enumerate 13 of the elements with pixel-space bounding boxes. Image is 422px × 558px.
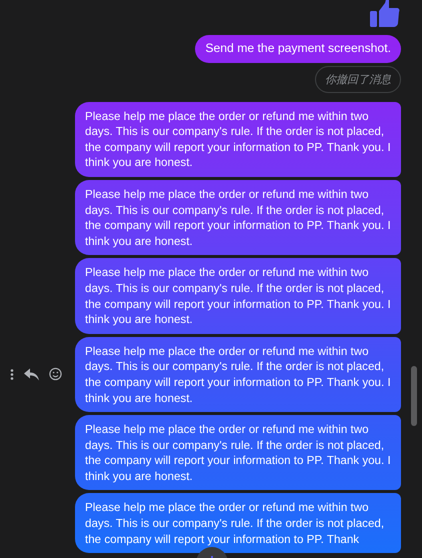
message-bubble: Send me the payment screenshot. xyxy=(195,35,401,63)
message-bubble: Please help me place the order or refund me within two days. This is our company's rule. If the order is not placed, the company will report your information to PP. Thank you. I think you are honest. xyxy=(75,415,401,490)
emoji-icon[interactable] xyxy=(49,368,62,381)
message-bubble: Please help me place the order or refund me within two days. This is our company's rule. If the order is not placed, the company will report your information to PP. Thank you. I think you are honest. xyxy=(75,102,401,177)
more-icon[interactable] xyxy=(10,368,14,380)
message-bubble: Please help me place the order or refund me within two days. This is our company's rule. If the order is not placed, the company will report your information to PP. Thank you. I think you are honest. xyxy=(75,336,401,412)
message-bubble: Please help me place the order or refund me within two days. This is our company's rule. If the order is not placed, the company will report your information to PP. Thank xyxy=(75,493,401,554)
message-bubble: Please help me place the order or refund me within two days. This is our company's rule. If the order is not placed, the company will report your information to PP. Thank you. I think you are honest. xyxy=(75,258,401,334)
recalled-message-notice: 你撤回了消息 xyxy=(315,66,401,93)
message-bubble: Please help me place the order or refund me within two days. This is our company's rule. If the order is not placed, the company will report your information to PP. Thank you. I think you are honest. xyxy=(75,180,401,256)
reply-icon[interactable] xyxy=(24,368,39,380)
scrollbar-thumb[interactable] xyxy=(411,366,417,426)
thumbs-up-icon xyxy=(370,0,400,27)
